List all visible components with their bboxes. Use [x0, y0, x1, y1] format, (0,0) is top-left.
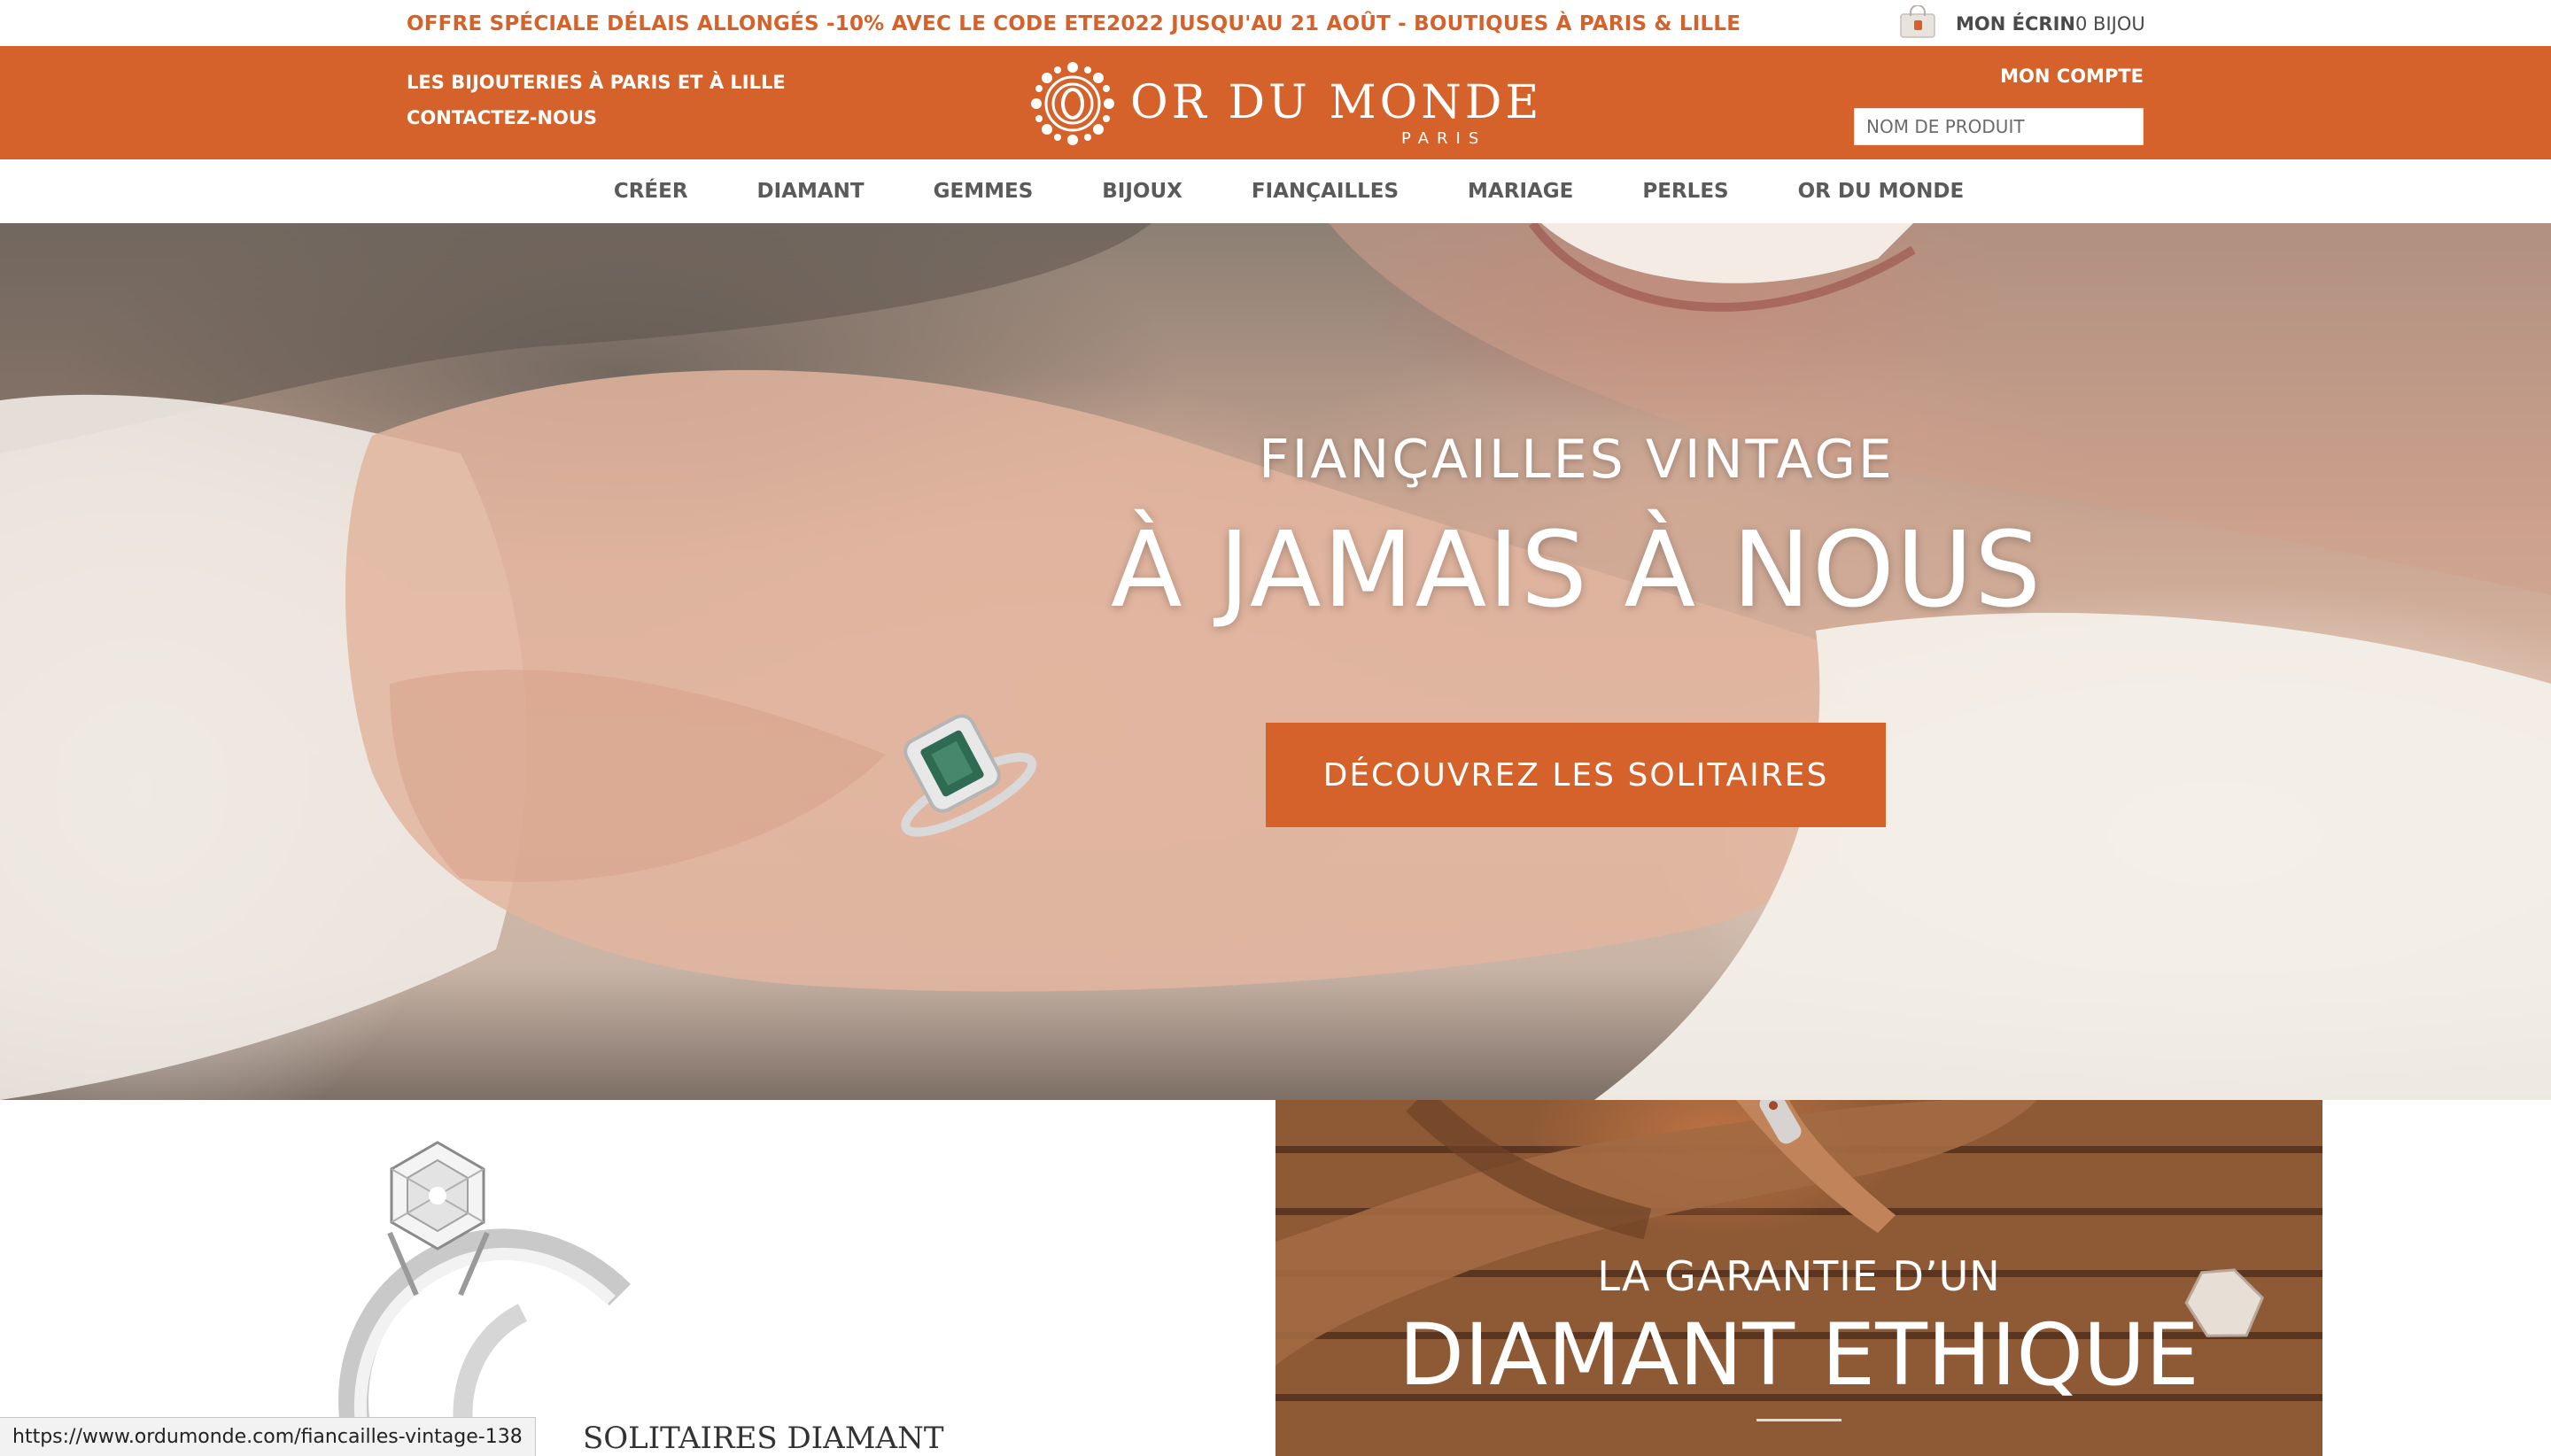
- logo-emblem-icon: [1031, 62, 1114, 145]
- ethical-diamond-promo-tile[interactable]: LA GARANTIE D’UN DIAMANT ETHIQUE: [1276, 1100, 2322, 1456]
- ethical-diamond-divider: [1756, 1419, 1842, 1421]
- stores-link[interactable]: LES BIJOUTERIES À PARIS ET À LILLE: [407, 72, 786, 93]
- cart-label[interactable]: MON ÉCRIN: [1956, 13, 2075, 35]
- logo-wordmark: OR DU MONDE: [1130, 76, 1543, 129]
- contact-link[interactable]: CONTACTEZ-NOUS: [407, 107, 597, 128]
- nav-item-perles[interactable]: PERLES: [1642, 180, 1728, 203]
- solitaire-ring-image: [338, 1141, 632, 1456]
- nav-item-gemmes[interactable]: GEMMES: [934, 180, 1034, 203]
- nav-item-mariage[interactable]: MARIAGE: [1468, 180, 1573, 203]
- site-logo[interactable]: OR DU MONDE PARIS: [1026, 57, 1539, 151]
- promo-banner-text[interactable]: OFFRE SPÉCIALE DÉLAIS ALLONGÉS -10% AVEC…: [407, 12, 1741, 35]
- hero-photo: [0, 223, 2551, 1100]
- ethical-diamond-kicker: LA GARANTIE D’UN: [1597, 1252, 2001, 1300]
- nav-item-creer[interactable]: CRÉER: [614, 180, 688, 203]
- nav-item-bijoux[interactable]: BIJOUX: [1102, 180, 1182, 203]
- account-link[interactable]: MON COMPTE: [2000, 66, 2144, 87]
- nav-item-diamant[interactable]: DIAMANT: [757, 180, 865, 203]
- solitaire-promo-tile[interactable]: SOLITAIRES DIAMANT: [0, 1100, 1276, 1456]
- hero-kicker: FIANÇAILLES VINTAGE: [1259, 429, 1895, 491]
- promo-bar: OFFRE SPÉCIALE DÉLAIS ALLONGÉS -10% AVEC…: [0, 0, 2551, 46]
- hero-banner[interactable]: FIANÇAILLES VINTAGE À JAMAIS À NOUS DÉCO…: [0, 223, 2551, 1100]
- cart-count[interactable]: 0 BIJOU: [2075, 13, 2145, 35]
- nav-item-fiancailles[interactable]: FIANÇAILLES: [1252, 180, 1399, 203]
- main-nav-list: CRÉER DIAMANT GEMMES BIJOUX FIANÇAILLES …: [553, 180, 1998, 203]
- site-header: LES BIJOUTERIES À PARIS ET À LILLE CONTA…: [0, 46, 2551, 159]
- nav-item-or-du-monde[interactable]: OR DU MONDE: [1798, 180, 1965, 203]
- ethical-diamond-title: DIAMANT ETHIQUE: [1399, 1305, 2199, 1405]
- discover-solitaires-button[interactable]: DÉCOUVREZ LES SOLITAIRES: [1266, 723, 1886, 827]
- solitaire-promo-title[interactable]: SOLITAIRES DIAMANT: [583, 1421, 944, 1456]
- status-bar-url: https://www.ordumonde.com/fiancailles-vi…: [0, 1417, 536, 1456]
- search-input[interactable]: [1854, 108, 2144, 145]
- hero-title: À JAMAIS À NOUS: [1110, 508, 2043, 631]
- logo-subtitle: PARIS: [1401, 129, 1487, 148]
- shopping-bag-icon[interactable]: [1897, 5, 1938, 39]
- main-nav: CRÉER DIAMANT GEMMES BIJOUX FIANÇAILLES …: [0, 159, 2551, 223]
